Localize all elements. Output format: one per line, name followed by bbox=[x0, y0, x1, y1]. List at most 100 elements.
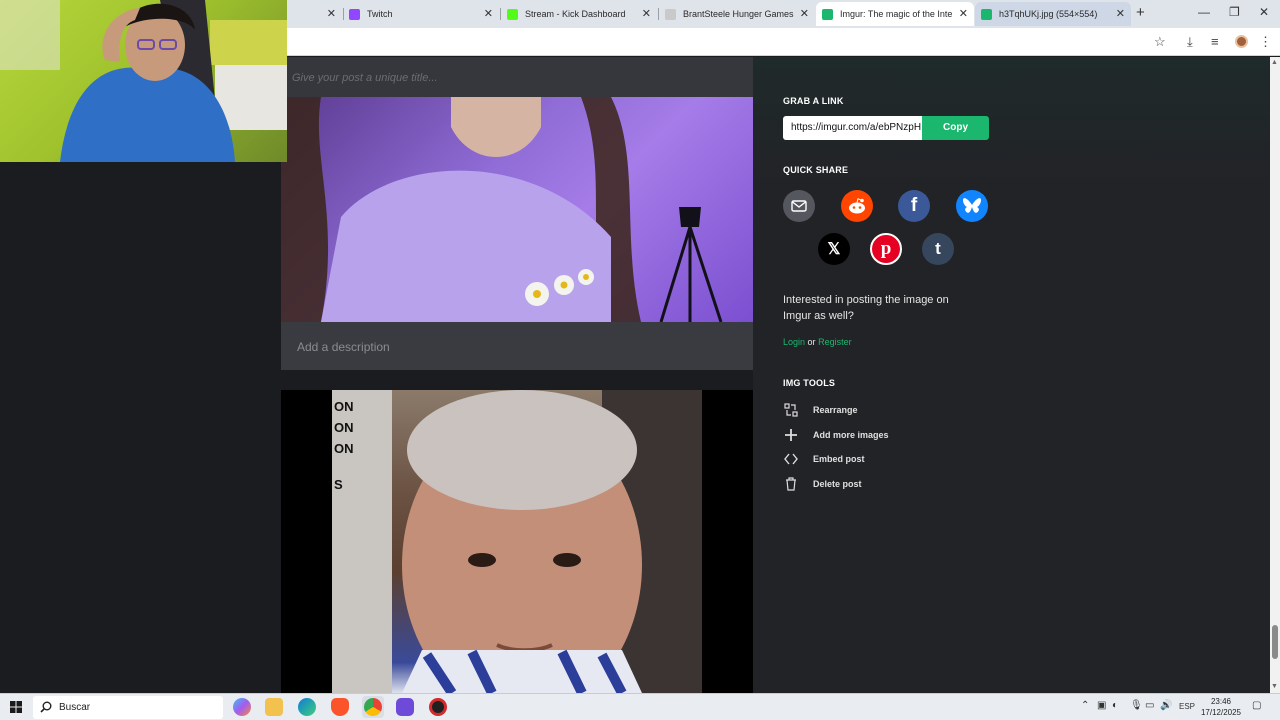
tab-image[interactable]: h3TqhUKj.jpg (554×554) ✕ bbox=[975, 2, 1131, 26]
taskbar: Buscar ⌃ ▣ ◐ 🎙 ▭ 🔊 ESP 23:46 17/12/2025 … bbox=[0, 693, 1280, 720]
email-icon bbox=[791, 200, 807, 212]
tray-network-app-icon[interactable]: ◐ bbox=[1112, 700, 1118, 711]
share-email-button[interactable] bbox=[783, 190, 815, 222]
tumblr-icon: t bbox=[935, 239, 941, 258]
share-x-button[interactable]: 𝕏 bbox=[818, 233, 850, 265]
image-overlay-text: ON ON ON S bbox=[334, 396, 354, 495]
tray-app-icon[interactable]: ▣ bbox=[1097, 700, 1106, 711]
overlay-line: S bbox=[334, 477, 343, 492]
register-link[interactable]: Register bbox=[818, 337, 852, 347]
overlay-line: ON bbox=[334, 420, 354, 435]
post-title-field[interactable]: Give your post a unique title... bbox=[281, 57, 753, 97]
rearrange-icon bbox=[783, 402, 799, 418]
auth-links: Login or Register bbox=[783, 337, 852, 347]
post-sidebar-bg bbox=[753, 57, 1270, 693]
bluesky-icon bbox=[962, 198, 982, 213]
trash-icon bbox=[783, 476, 799, 492]
embed-post-tool[interactable]: Embed post bbox=[783, 451, 865, 467]
file-explorer-icon[interactable] bbox=[265, 698, 283, 716]
post-image-2-illustration bbox=[332, 390, 702, 693]
media-control-icon[interactable]: ≡ bbox=[1211, 34, 1219, 49]
restore-button[interactable]: ❐ bbox=[1229, 5, 1240, 19]
copy-link-button[interactable]: Copy bbox=[922, 116, 989, 140]
close-tab-icon[interactable]: ✕ bbox=[959, 7, 968, 20]
scroll-down-icon[interactable]: ▼ bbox=[1271, 683, 1278, 690]
tool-label: Delete post bbox=[813, 479, 862, 489]
title-placeholder: Give your post a unique title... bbox=[292, 72, 438, 84]
close-tab-icon[interactable]: ✕ bbox=[642, 7, 651, 20]
code-icon bbox=[783, 451, 799, 467]
post-description-field[interactable]: Add a description bbox=[281, 322, 753, 370]
close-tab-icon[interactable]: ✕ bbox=[800, 7, 809, 20]
clock-time: 23:46 bbox=[1210, 697, 1232, 706]
share-link-field[interactable]: https://imgur.com/a/ebPNzpH bbox=[783, 116, 922, 140]
webcam-illustration bbox=[0, 0, 287, 162]
download-icon[interactable]: ⤓ bbox=[1187, 34, 1193, 50]
twitch-icon bbox=[349, 8, 360, 20]
close-tab-icon[interactable]: ✕ bbox=[484, 7, 493, 20]
share-reddit-button[interactable] bbox=[841, 190, 873, 222]
add-images-tool[interactable]: Add more images bbox=[783, 427, 889, 443]
login-link[interactable]: Login bbox=[783, 337, 805, 347]
obs-icon[interactable] bbox=[429, 698, 447, 716]
network-icon[interactable]: ▭ bbox=[1145, 700, 1154, 711]
description-placeholder: Add a description bbox=[297, 340, 390, 354]
share-pinterest-button[interactable]: p bbox=[870, 233, 902, 265]
tab-brantsteele[interactable]: BrantSteele Hunger Games Sim ✕ bbox=[659, 2, 815, 26]
tab-twitch[interactable]: Twitch ✕ bbox=[343, 2, 499, 26]
or-text: or bbox=[807, 337, 816, 347]
discord-app-icon[interactable] bbox=[396, 698, 414, 716]
tab-title: h3TqhUKj.jpg (554×554) bbox=[999, 9, 1098, 19]
chrome-icon[interactable] bbox=[364, 698, 382, 716]
tab-partial[interactable]: ✕ bbox=[300, 2, 342, 26]
share-tumblr-button[interactable]: t bbox=[922, 233, 954, 265]
page-scrollbar[interactable]: ▲ ▼ bbox=[1270, 57, 1280, 693]
post-image-2[interactable]: ON ON ON S bbox=[281, 390, 753, 693]
kick-icon bbox=[507, 8, 518, 20]
bookmark-star-icon[interactable]: ☆ bbox=[1154, 34, 1166, 50]
delete-post-tool[interactable]: Delete post bbox=[783, 476, 862, 492]
show-hidden-icons-icon[interactable]: ⌃ bbox=[1081, 700, 1089, 711]
imgur-icon bbox=[981, 8, 992, 20]
microphone-icon[interactable]: 🎙 bbox=[1130, 700, 1143, 711]
search-label: Buscar bbox=[59, 702, 91, 713]
new-tab-button[interactable]: + bbox=[1136, 4, 1145, 21]
close-tab-icon[interactable]: ✕ bbox=[327, 7, 336, 20]
facebook-icon: f bbox=[910, 195, 918, 216]
tool-label: Rearrange bbox=[813, 405, 858, 415]
close-window-button[interactable]: ✕ bbox=[1259, 5, 1269, 19]
pinterest-icon: p bbox=[880, 238, 892, 259]
copilot-icon[interactable] bbox=[233, 698, 251, 716]
x-icon: 𝕏 bbox=[827, 241, 841, 258]
post-image-2-content: ON ON ON S bbox=[332, 390, 702, 693]
rearrange-tool[interactable]: Rearrange bbox=[783, 402, 858, 418]
close-tab-icon[interactable]: ✕ bbox=[1116, 7, 1125, 20]
tab-imgur[interactable]: Imgur: The magic of the Intern ✕ bbox=[816, 2, 974, 26]
reddit-icon bbox=[849, 198, 865, 214]
overlay-line: ON bbox=[334, 441, 354, 456]
quick-share-heading: QUICK SHARE bbox=[783, 165, 849, 175]
overlay-line: ON bbox=[334, 399, 354, 414]
scrollbar-thumb[interactable] bbox=[1272, 625, 1278, 659]
volume-icon[interactable]: 🔊 bbox=[1160, 700, 1172, 711]
search-icon bbox=[40, 701, 52, 713]
notifications-icon[interactable]: ▢ bbox=[1252, 700, 1261, 711]
taskbar-clock[interactable]: 23:46 17/12/2025 bbox=[1200, 696, 1242, 718]
minimize-button[interactable]: — bbox=[1198, 5, 1210, 19]
menu-icon[interactable]: ⋮ bbox=[1259, 34, 1272, 50]
share-bluesky-button[interactable] bbox=[956, 190, 988, 222]
language-indicator[interactable]: ESP bbox=[1179, 702, 1195, 711]
promo-text: Interested in posting the image on Imgur… bbox=[783, 294, 949, 322]
profile-avatar[interactable] bbox=[1235, 35, 1248, 48]
scroll-up-icon[interactable]: ▲ bbox=[1271, 59, 1278, 66]
brave-icon[interactable] bbox=[331, 698, 349, 716]
windows-start-icon[interactable] bbox=[10, 701, 22, 713]
share-facebook-button[interactable]: f bbox=[898, 190, 930, 222]
post-image-1[interactable] bbox=[281, 97, 753, 322]
webcam-overlay bbox=[0, 0, 287, 162]
edge-icon[interactable] bbox=[298, 698, 316, 716]
tool-label: Add more images bbox=[813, 430, 889, 440]
taskbar-search[interactable]: Buscar bbox=[33, 696, 223, 719]
page-icon bbox=[665, 8, 676, 20]
tab-kick[interactable]: Stream - Kick Dashboard ✕ bbox=[501, 2, 657, 26]
